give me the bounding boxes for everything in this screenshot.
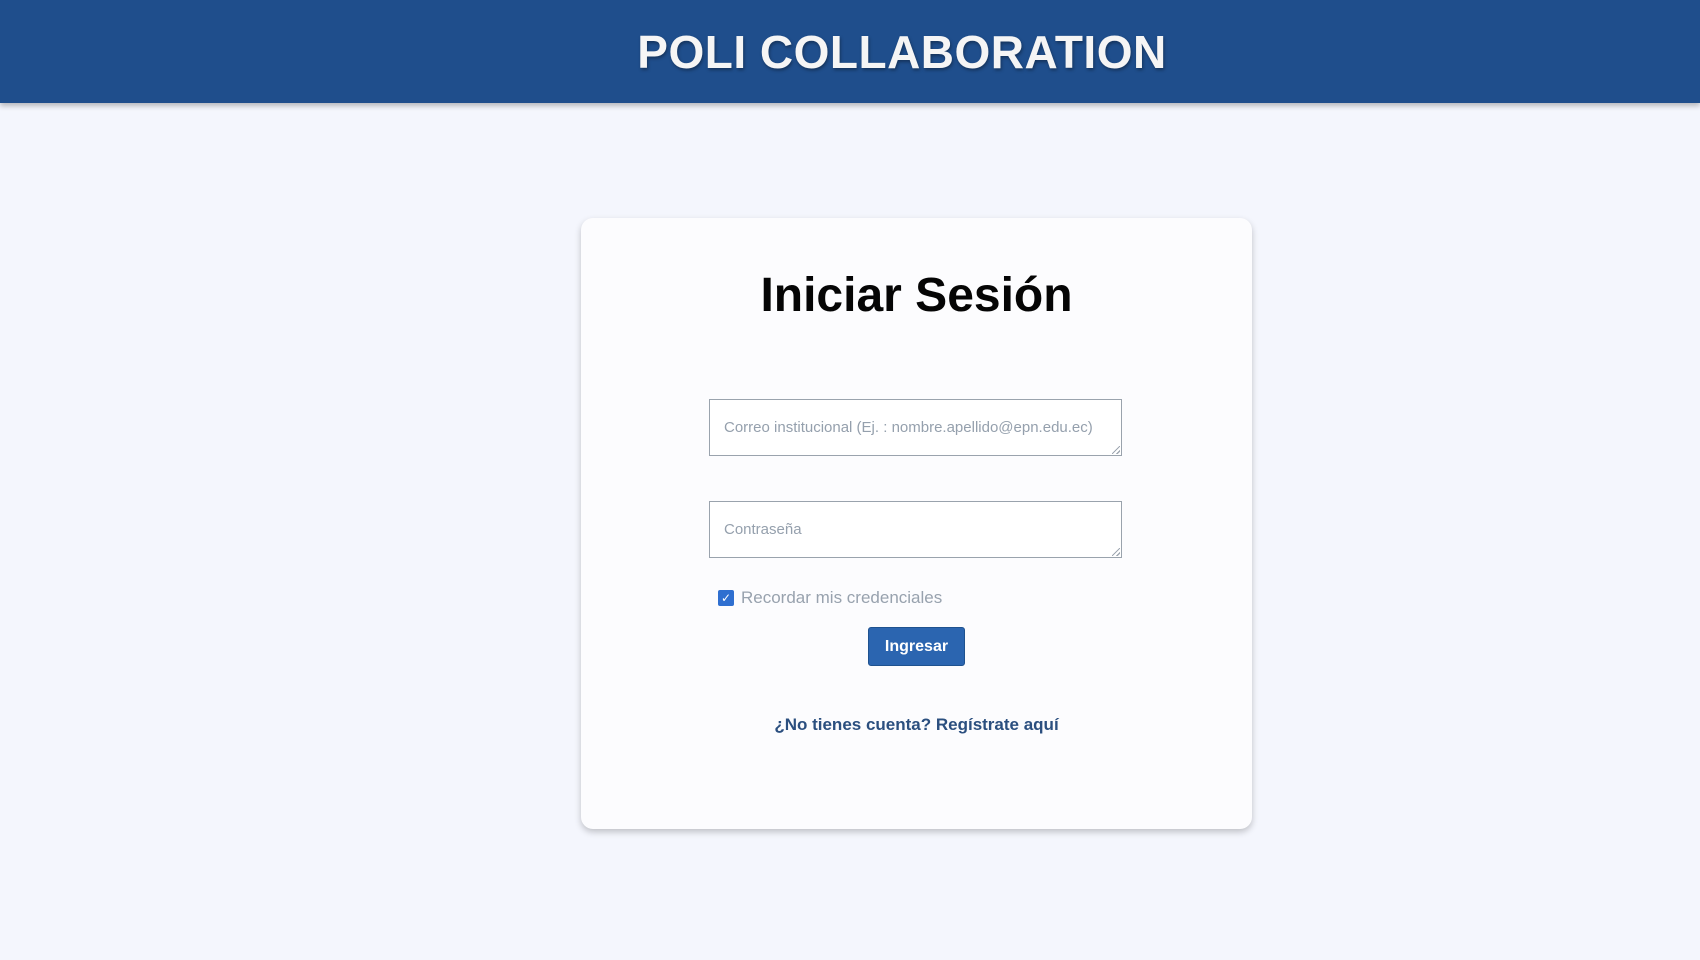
app-title: POLI COLLABORATION [637, 25, 1167, 78]
login-title: Iniciar Sesión [760, 269, 1073, 322]
email-placeholder: Correo institucional (Ej. : nombre.apell… [724, 419, 1093, 436]
password-placeholder: Contraseña [724, 521, 802, 538]
resize-handle-icon[interactable] [1112, 446, 1120, 454]
register-link[interactable]: ¿No tienes cuenta? Regístrate aquí [581, 715, 1252, 735]
email-field[interactable]: Correo institucional (Ej. : nombre.apell… [709, 399, 1122, 456]
resize-handle-icon[interactable] [1112, 548, 1120, 556]
remember-label: Recordar mis credenciales [741, 588, 943, 607]
password-field[interactable]: Contraseña [709, 501, 1122, 558]
login-card: Iniciar Sesión Correo institucional (Ej.… [581, 218, 1252, 829]
remember-checkbox[interactable]: ✓ [718, 590, 734, 606]
check-icon: ✓ [720, 591, 732, 605]
app-header: POLI COLLABORATION [0, 0, 1700, 103]
login-button[interactable]: Ingresar [868, 627, 965, 666]
remember-credentials[interactable]: ✓ Recordar mis credenciales [718, 588, 942, 608]
